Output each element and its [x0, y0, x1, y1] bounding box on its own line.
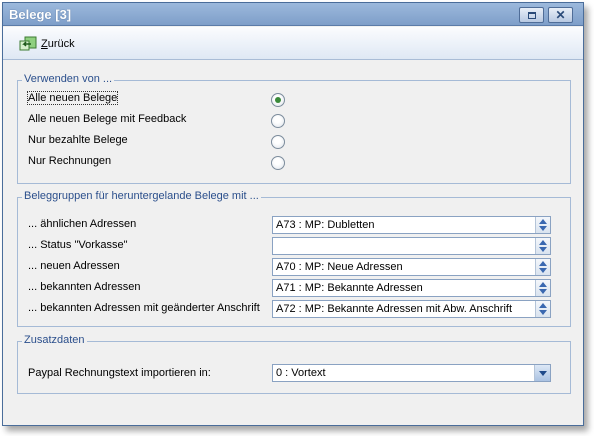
option-label-invoices[interactable]: Nur Rechnungen	[28, 155, 111, 167]
radio-all-new[interactable]	[271, 93, 285, 107]
row-label-new: ... neuen Adressen	[28, 260, 120, 272]
option-label-paid[interactable]: Nur bezahlte Belege	[28, 134, 128, 146]
spin-icon[interactable]	[535, 217, 550, 233]
extra-group: Zusatzdaten Paypal Rechnungstext importi…	[17, 334, 571, 394]
spin-icon[interactable]	[535, 280, 550, 296]
field-similar-addresses[interactable]: A73 : MP: Dubletten	[272, 216, 551, 234]
toolbar: Zurück	[3, 27, 583, 60]
field-new-value: A70 : MP: Neue Adressen	[276, 261, 403, 273]
back-button[interactable]: Zurück	[19, 35, 75, 53]
spin-icon[interactable]	[535, 301, 550, 317]
close-button[interactable]: ✕	[548, 7, 573, 23]
window-title: Belege [3]	[9, 7, 72, 22]
row-label-prepay: ... Status "Vorkasse"	[28, 239, 128, 251]
back-button-label: Zurück	[41, 38, 75, 50]
field-prepay-status[interactable]	[272, 237, 551, 255]
radio-invoices[interactable]	[271, 156, 285, 170]
back-arrow-icon	[19, 36, 37, 51]
field-known-value: A71 : MP: Bekannte Adressen	[276, 282, 423, 294]
extra-group-title: Zusatzdaten	[22, 334, 87, 346]
groups-group-title: Beleggruppen für heruntergelande Belege …	[22, 190, 261, 202]
spin-icon[interactable]	[535, 259, 550, 275]
spin-icon[interactable]	[535, 238, 550, 254]
option-label-feedback[interactable]: Alle neuen Belege mit Feedback	[28, 113, 186, 125]
field-similar-value: A73 : MP: Dubletten	[276, 219, 375, 231]
row-label-similar: ... ähnlichen Adressen	[28, 218, 137, 230]
restore-icon	[528, 12, 536, 19]
close-icon: ✕	[555, 8, 566, 22]
field-known-changed-addresses[interactable]: A72 : MP: Bekannte Adressen mit Abw. Ans…	[272, 300, 551, 318]
field-known-changed-value: A72 : MP: Bekannte Adressen mit Abw. Ans…	[276, 303, 513, 315]
restore-button[interactable]	[519, 7, 544, 23]
field-new-addresses[interactable]: A70 : MP: Neue Adressen	[272, 258, 551, 276]
groups-group: Beleggruppen für heruntergelande Belege …	[17, 190, 571, 327]
row-label-known: ... bekannten Adressen	[28, 281, 141, 293]
paypal-label: Paypal Rechnungstext importieren in:	[28, 367, 211, 379]
paypal-target-value: 0 : Vortext	[276, 367, 326, 379]
option-label-all-new[interactable]: Alle neuen Belege	[26, 91, 119, 105]
usage-group: Verwenden von ... Alle neuen Belege Alle…	[17, 73, 571, 184]
radio-feedback[interactable]	[271, 114, 285, 128]
row-label-known-changed: ... bekannten Adressen mit geänderter An…	[28, 302, 260, 314]
radio-paid[interactable]	[271, 135, 285, 149]
usage-group-title: Verwenden von ...	[22, 73, 115, 85]
field-known-addresses[interactable]: A71 : MP: Bekannte Adressen	[272, 279, 551, 297]
paypal-target-select[interactable]: 0 : Vortext	[272, 364, 551, 382]
chevron-down-icon[interactable]	[534, 365, 550, 381]
title-bar[interactable]: Belege [3] ✕	[3, 3, 583, 26]
